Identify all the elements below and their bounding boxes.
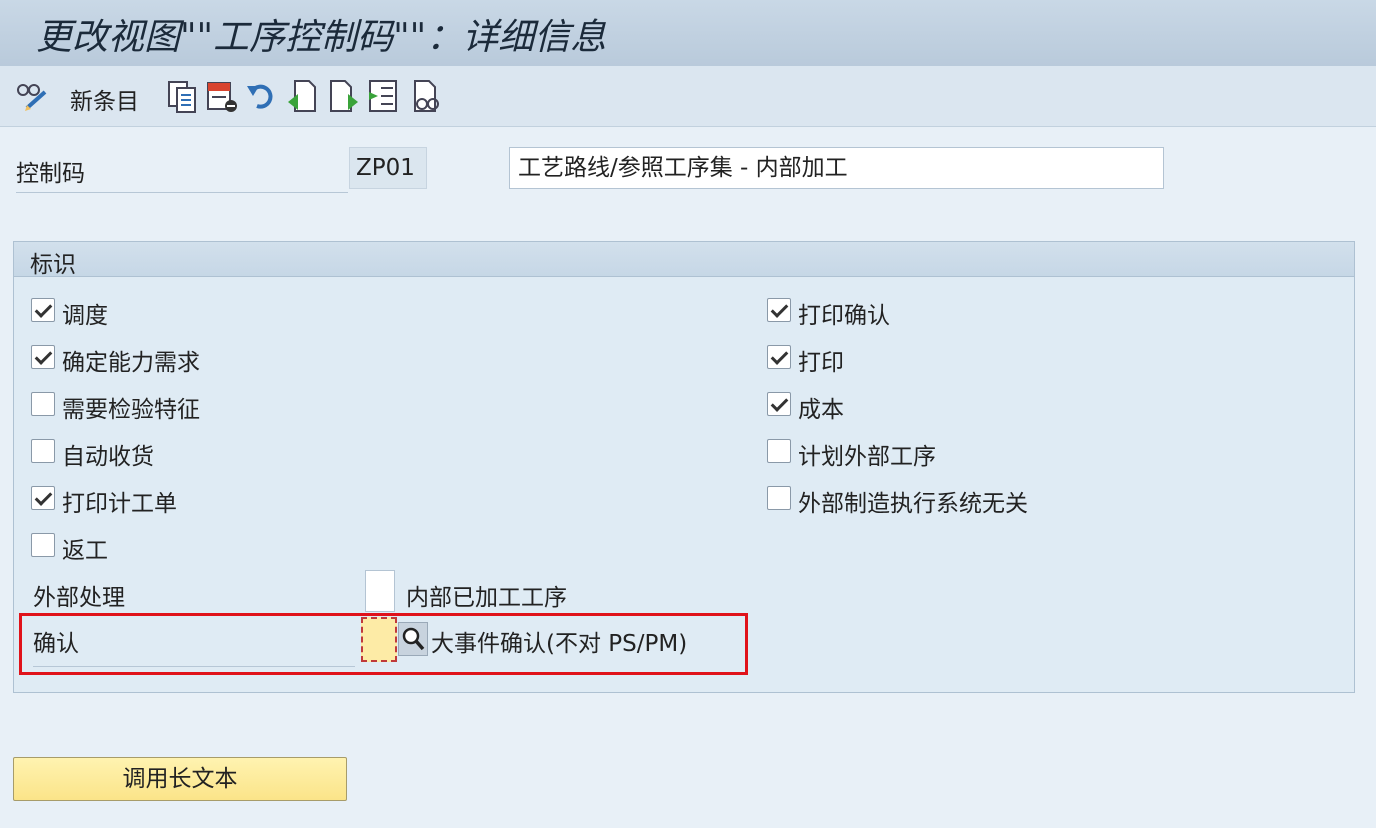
checkbox-capacity-requirements[interactable] xyxy=(31,345,55,369)
print-icon[interactable] xyxy=(409,78,443,114)
checkbox-label-scheduling: 调度 xyxy=(62,303,108,329)
control-key-label: 控制码 xyxy=(16,154,348,193)
checkbox-label-rework: 返工 xyxy=(62,538,108,564)
long-text-button[interactable]: 调用长文本 xyxy=(13,757,347,801)
checkbox-label-print-time-tickets: 打印计工单 xyxy=(62,491,177,517)
title-bar: 更改视图""工序控制码""：详细信息 xyxy=(0,0,1376,67)
checkbox-costing[interactable] xyxy=(767,392,791,416)
checkbox-label-external-operation: 计划外部工序 xyxy=(798,444,936,470)
checkbox-print-time-tickets[interactable] xyxy=(31,486,55,510)
new-entry-button[interactable]: 新条目 xyxy=(70,82,139,116)
checkbox-auto-goods-receipt[interactable] xyxy=(31,439,55,463)
group-header: 标识 xyxy=(14,242,1354,278)
checkbox-external-operation[interactable] xyxy=(767,439,791,463)
checkbox-label-costing: 成本 xyxy=(798,397,844,423)
checkbox-label-inspection-characteristics: 需要检验特征 xyxy=(62,397,200,423)
checkbox-label-auto-goods-receipt: 自动收货 xyxy=(62,444,154,470)
checkbox-label-mes-irrelevant: 外部制造执行系统无关 xyxy=(798,491,1028,517)
copy-icon[interactable] xyxy=(166,78,200,114)
next-entry-icon[interactable] xyxy=(327,78,361,114)
previous-entry-icon[interactable] xyxy=(285,78,319,114)
highlight-box xyxy=(19,613,748,675)
display-change-icon[interactable] xyxy=(15,78,49,114)
checkbox-print[interactable] xyxy=(767,345,791,369)
external-processing-label: 外部处理 xyxy=(33,585,125,611)
group-title: 标识 xyxy=(30,252,76,278)
undo-icon[interactable] xyxy=(245,78,279,114)
page-title: 更改视图""工序控制码""：详细信息 xyxy=(36,17,607,58)
checkbox-label-print-confirmation: 打印确认 xyxy=(798,303,890,329)
checkbox-mes-irrelevant[interactable] xyxy=(767,486,791,510)
external-processing-field[interactable] xyxy=(365,570,395,612)
checkbox-print-confirmation[interactable] xyxy=(767,298,791,322)
checkbox-rework[interactable] xyxy=(31,533,55,557)
control-key-description-field[interactable]: 工艺路线/参照工序集 - 内部加工 xyxy=(509,147,1164,189)
select-all-icon[interactable] xyxy=(367,78,401,114)
checkbox-label-print: 打印 xyxy=(798,350,844,376)
external-processing-text: 内部已加工工序 xyxy=(406,585,567,611)
delete-icon[interactable] xyxy=(205,78,239,114)
checkbox-label-capacity-requirements: 确定能力需求 xyxy=(62,350,200,376)
checkbox-inspection-characteristics[interactable] xyxy=(31,392,55,416)
checkbox-scheduling[interactable] xyxy=(31,298,55,322)
control-key-field[interactable]: ZP01 xyxy=(349,147,427,189)
